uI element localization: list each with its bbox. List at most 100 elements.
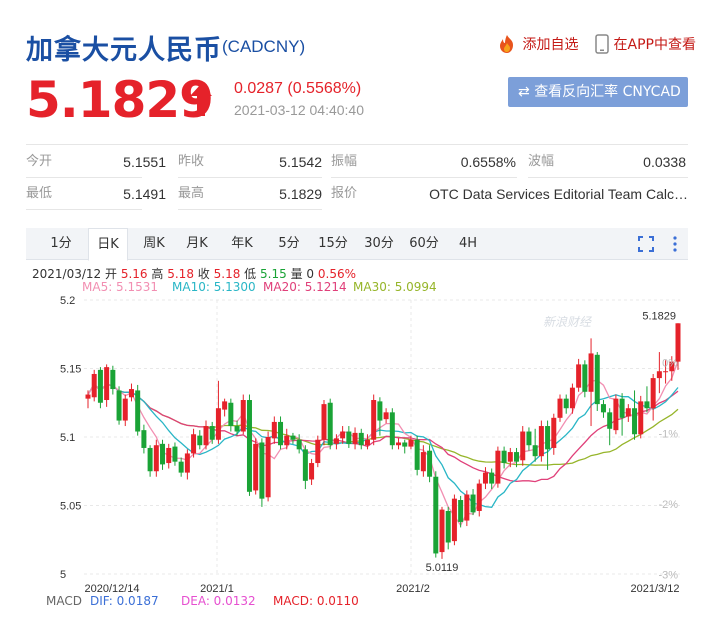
fullscreen-icon[interactable] <box>638 236 654 252</box>
candle <box>321 404 327 440</box>
stat-value-source: OTC Data Services Editorial Team Calc… <box>429 186 688 202</box>
candles <box>85 323 681 559</box>
candle <box>414 439 420 470</box>
view-in-app-button[interactable]: 在APP中查看 <box>594 34 696 54</box>
tab-30min[interactable]: 30分 <box>359 228 399 260</box>
tab-daily[interactable]: 日K <box>88 228 128 261</box>
y-tick-label: 5.2 <box>60 295 75 307</box>
y-tick-label: 5.1 <box>60 432 75 444</box>
candle <box>371 400 377 440</box>
legend-low: 5.15 <box>260 267 287 281</box>
candle <box>582 364 588 392</box>
candle <box>191 434 197 454</box>
candle <box>389 412 395 446</box>
candle <box>464 494 470 521</box>
candle <box>489 472 495 484</box>
candle <box>613 398 619 431</box>
candle <box>420 452 426 472</box>
legend-high: 5.18 <box>167 267 194 281</box>
stat-value-prev-close: 5.1542 <box>279 154 322 170</box>
candle <box>346 431 352 444</box>
min-price-label: 5.0119 <box>426 562 459 574</box>
candle <box>265 437 271 498</box>
legend-close-label: 收 <box>197 267 210 281</box>
max-price-label: 5.1829 <box>642 310 676 322</box>
candle <box>178 461 184 473</box>
y-right-tick-label: -3% <box>658 570 678 582</box>
y-right-tick-label: -2% <box>658 499 678 511</box>
candle <box>246 400 252 492</box>
tab-60min[interactable]: 60分 <box>404 228 444 260</box>
y-right-tick-label: 0% <box>662 358 678 370</box>
stat-value-open: 5.1551 <box>123 154 166 170</box>
tab-weekly[interactable]: 周K <box>134 228 174 260</box>
macd-title: MACD <box>46 594 82 608</box>
kline-chart[interactable]: 5.25.155.15.0550%-1%-2%-3%2020/12/14 2021… <box>0 290 717 595</box>
candle <box>153 445 159 472</box>
candle <box>619 398 625 418</box>
flame-icon <box>499 35 513 53</box>
tab-5min[interactable]: 5分 <box>269 228 309 260</box>
x-tick-label: 2021/2 <box>396 583 430 595</box>
tab-yearly[interactable]: 年K <box>222 228 262 260</box>
more-icon[interactable] <box>672 236 678 252</box>
candle <box>160 443 166 465</box>
candle <box>166 447 172 464</box>
candle <box>116 390 122 421</box>
y-tick-label: 5.05 <box>60 501 81 513</box>
currency-code: (CADCNY) <box>222 37 306 56</box>
candle <box>632 408 638 435</box>
tab-monthly[interactable]: 月K <box>177 228 217 260</box>
candle <box>458 500 464 522</box>
candle <box>594 354 600 405</box>
stats-row: 今开 5.1551 昨收 5.1542 振幅 0.6558% 波幅 0.0338 <box>26 145 688 179</box>
candle <box>222 401 228 410</box>
macd-dif: DIF: 0.0187 <box>90 594 159 608</box>
candle <box>315 439 321 464</box>
stat-value-high: 5.1829 <box>279 186 322 202</box>
candle <box>433 476 439 554</box>
candle <box>104 367 110 401</box>
stats-table: 今开 5.1551 昨收 5.1542 振幅 0.6558% 波幅 0.0338… <box>26 144 688 212</box>
candle <box>557 398 563 418</box>
stat-label-high: 最高 <box>178 186 205 201</box>
current-price: 5.1829 <box>26 71 214 129</box>
candle <box>184 453 190 473</box>
candle <box>439 509 445 553</box>
candle <box>377 401 383 421</box>
candle <box>576 364 582 388</box>
candle <box>228 402 234 427</box>
stat-value-low: 5.1491 <box>123 186 166 202</box>
chart-tools <box>638 236 678 252</box>
candle <box>501 450 507 464</box>
candle <box>625 408 631 417</box>
candle <box>451 498 457 542</box>
candle <box>507 452 513 462</box>
reverse-rate-button[interactable]: ⇄ 查看反向汇率 CNYCAD <box>508 77 688 107</box>
legend-low-label: 低 <box>244 267 257 281</box>
tab-15min[interactable]: 15分 <box>313 228 353 260</box>
stat-label-low: 最低 <box>26 186 53 201</box>
header: 加拿大元人民币 (CADCNY) 添加自选 在APP中查看 <box>26 24 696 66</box>
tab-4h[interactable]: 4H <box>448 228 488 260</box>
stat-label-source: 报价 <box>331 186 358 201</box>
candle <box>110 369 116 390</box>
swap-icon: ⇄ <box>518 84 530 100</box>
candle <box>644 401 650 409</box>
tab-1min[interactable]: 1分 <box>36 228 86 260</box>
candle <box>470 494 476 513</box>
candle <box>495 450 501 484</box>
candle <box>271 421 277 439</box>
candle <box>309 463 315 480</box>
add-watchlist-button[interactable]: 添加自选 <box>496 34 579 54</box>
quote-row: 5.1829 0.0287 (0.5568%) 2021-03-12 04:40… <box>26 74 696 126</box>
legend-pct: 0.56% <box>317 267 356 281</box>
candle <box>427 450 433 477</box>
candle <box>85 394 91 399</box>
candle <box>526 431 532 446</box>
candle <box>675 323 681 362</box>
candle <box>408 439 414 447</box>
candle <box>476 483 482 511</box>
arrow-up-icon <box>190 84 212 116</box>
candle <box>563 398 569 409</box>
